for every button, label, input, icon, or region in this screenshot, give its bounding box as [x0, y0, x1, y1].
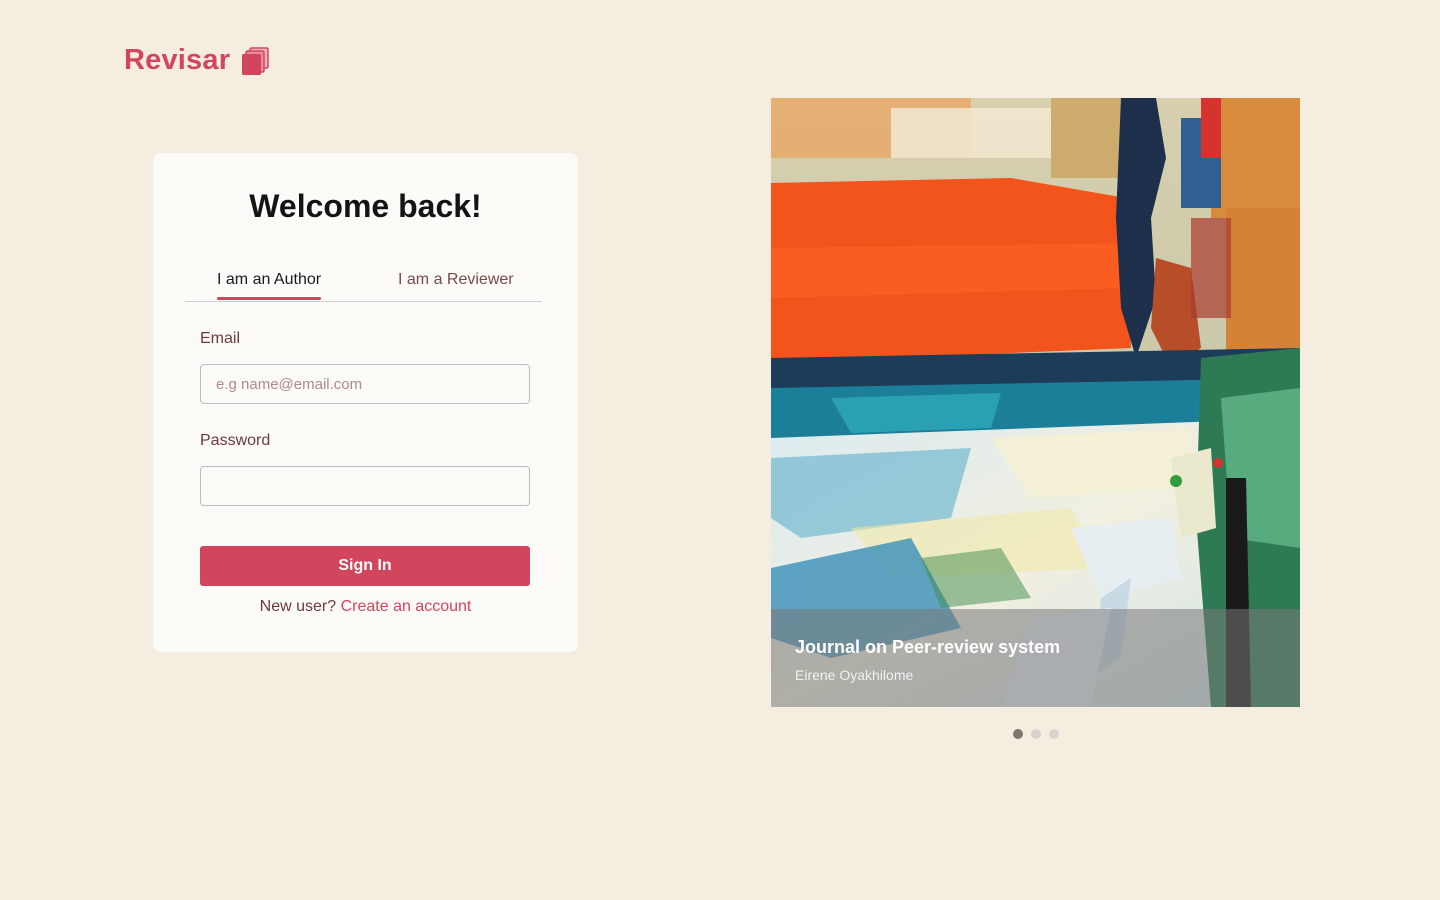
login-page: Revisar Welcome back! I am an Author I a…	[0, 0, 1440, 900]
carousel-pagination	[1013, 729, 1059, 739]
create-account-link[interactable]: Create an account	[341, 598, 472, 615]
signup-row: New user? Create an account	[153, 598, 578, 616]
featured-carousel[interactable]: Journal on Peer-review system Eirene Oya…	[771, 98, 1300, 707]
signup-prompt: New user?	[259, 598, 337, 615]
email-field[interactable]	[200, 364, 530, 404]
page-title: Welcome back!	[249, 188, 482, 224]
role-tabs: I am an Author I am a Reviewer	[185, 259, 542, 302]
carousel-dot-1[interactable]	[1013, 729, 1023, 739]
brand-logo[interactable]: Revisar	[124, 44, 270, 77]
tab-reviewer[interactable]: I am a Reviewer	[398, 271, 514, 299]
login-card: Welcome back! I am an Author I am a Revi…	[153, 153, 578, 652]
carousel-dot-3[interactable]	[1049, 729, 1059, 739]
tab-author[interactable]: I am an Author	[217, 271, 322, 300]
brand-name: Revisar	[124, 44, 231, 76]
slide-caption: Journal on Peer-review system Eirene Oya…	[771, 609, 1300, 707]
slide-author: Eirene Oyakhilome	[795, 667, 914, 683]
sign-in-button[interactable]: Sign In	[200, 546, 530, 586]
carousel-dot-2[interactable]	[1031, 729, 1041, 739]
password-label: Password	[200, 432, 271, 449]
stacked-pages-icon	[242, 46, 269, 75]
slide-title: Journal on Peer-review system	[795, 637, 1061, 657]
email-label: Email	[200, 330, 241, 347]
password-field[interactable]	[200, 466, 530, 506]
